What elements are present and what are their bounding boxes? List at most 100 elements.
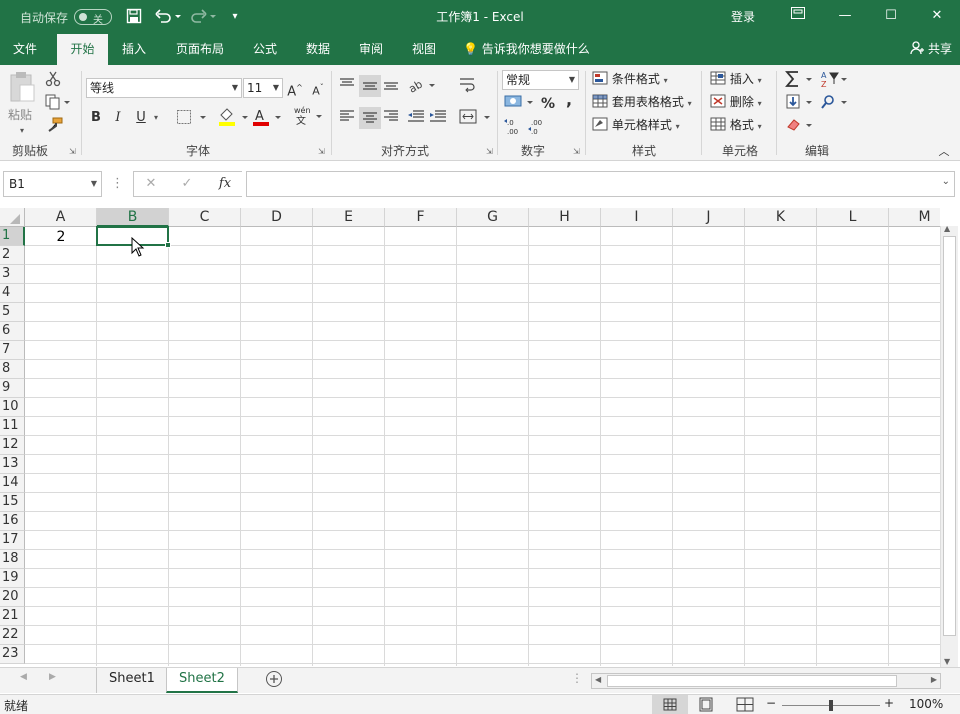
scroll-right-icon[interactable]: ▶ — [931, 675, 937, 684]
cell-a1[interactable]: 2 — [25, 229, 97, 245]
percent-button[interactable]: % — [540, 95, 556, 113]
underline-dropdown-icon[interactable]: ▾ — [151, 109, 161, 127]
row-header-18[interactable]: 18 — [0, 550, 25, 569]
accounting-format-icon[interactable] — [503, 94, 535, 112]
italic-button[interactable]: I — [110, 109, 126, 127]
cancel-icon[interactable]: ✕ — [142, 175, 160, 193]
sheet-tab-sheet2[interactable]: Sheet2 — [166, 668, 238, 693]
decrease-decimal-icon[interactable]: .00.0 — [527, 117, 549, 136]
increase-decimal-icon[interactable]: .0.00 — [503, 117, 525, 136]
fill-color-icon[interactable] — [217, 107, 249, 126]
column-header-a[interactable]: A — [25, 208, 97, 227]
name-box[interactable]: B1 ▼ — [3, 171, 102, 197]
tab-home[interactable]: 开始 — [57, 34, 108, 65]
select-all-corner[interactable] — [0, 208, 25, 227]
row-header-17[interactable]: 17 — [0, 531, 25, 550]
merge-center-icon[interactable] — [459, 109, 491, 127]
vertical-scrollbar[interactable]: ▲ ▼ — [940, 224, 958, 667]
autosum-icon[interactable] — [785, 70, 815, 88]
row-header-3[interactable]: 3 — [0, 265, 25, 284]
increase-indent-icon[interactable] — [429, 109, 447, 127]
row-header-7[interactable]: 7 — [0, 341, 25, 360]
column-header-c[interactable]: C — [169, 208, 241, 227]
add-sheet-icon[interactable] — [265, 670, 283, 691]
align-top-icon[interactable] — [339, 77, 355, 95]
login-link[interactable]: 登录 — [731, 8, 755, 25]
row-header-22[interactable]: 22 — [0, 626, 25, 645]
column-header-j[interactable]: J — [673, 208, 745, 227]
row-header-6[interactable]: 6 — [0, 322, 25, 341]
format-painter-icon[interactable] — [44, 117, 64, 135]
underline-button[interactable]: U — [133, 109, 149, 127]
formula-input[interactable]: ⌄ — [246, 171, 955, 197]
wrap-text-icon[interactable] — [459, 77, 477, 95]
scroll-down-icon[interactable]: ▼ — [944, 657, 950, 666]
column-header-m[interactable]: M — [889, 208, 940, 227]
zoom-slider-thumb[interactable] — [829, 700, 833, 711]
row-header-8[interactable]: 8 — [0, 360, 25, 379]
paste-dropdown-icon[interactable]: ▾ — [20, 122, 24, 142]
worksheet-grid[interactable]: ABCDEFGHIJKLM 1 2 3 4 5 6 7 8 9 10 11 12 13 14 15 16 17 1… — [0, 208, 940, 666]
tab-data[interactable]: 数据 — [297, 34, 339, 65]
borders-icon[interactable] — [175, 109, 207, 127]
alignment-launcher-icon[interactable]: ⇲ — [486, 147, 493, 156]
format-cells-button[interactable]: 格式 ▾ — [710, 116, 762, 136]
number-launcher-icon[interactable]: ⇲ — [573, 147, 580, 156]
tab-page-layout[interactable]: 页面布局 — [168, 34, 232, 65]
cut-icon[interactable] — [44, 71, 62, 89]
normal-view-icon[interactable] — [652, 695, 688, 714]
font-launcher-icon[interactable]: ⇲ — [318, 147, 325, 156]
share-button[interactable]: 共享 — [910, 34, 952, 65]
prev-sheet-icon[interactable]: ◀ — [20, 672, 27, 682]
tab-review[interactable]: 审阅 — [350, 34, 392, 65]
decrease-indent-icon[interactable] — [407, 109, 425, 127]
font-name-select[interactable]: 等线 ▼ — [86, 78, 242, 98]
horizontal-scrollbar[interactable]: ◀ ▶ — [591, 673, 941, 689]
paste-icon[interactable] — [8, 71, 36, 107]
column-header-b[interactable]: B — [97, 208, 169, 227]
close-icon[interactable]: ✕ — [914, 0, 960, 34]
column-header-e[interactable]: E — [313, 208, 385, 227]
row-header-2[interactable]: 2 — [0, 246, 25, 265]
column-header-k[interactable]: K — [745, 208, 817, 227]
expand-formula-icon[interactable]: ⌄ — [942, 176, 950, 187]
scroll-left-icon[interactable]: ◀ — [595, 675, 601, 684]
sheet-tab-sheet1[interactable]: Sheet1 — [96, 668, 167, 693]
delete-cells-button[interactable]: 删除 ▾ — [710, 93, 762, 113]
horizontal-scroll-thumb[interactable] — [607, 675, 897, 687]
insert-function-button[interactable]: fx — [214, 175, 236, 193]
zoom-slider[interactable] — [782, 700, 880, 711]
insert-cells-button[interactable]: 插入 ▾ — [710, 70, 762, 90]
orientation-icon[interactable]: ab — [406, 77, 436, 96]
zoom-out-icon[interactable]: − — [766, 696, 776, 710]
phonetic-icon[interactable]: wén 文 — [291, 105, 323, 127]
column-header-h[interactable]: H — [529, 208, 601, 227]
ribbon-display-icon[interactable] — [775, 0, 821, 34]
row-header-11[interactable]: 11 — [0, 417, 25, 436]
find-select-icon[interactable] — [820, 94, 848, 112]
sort-filter-icon[interactable]: AZ — [820, 70, 848, 89]
align-bottom-icon[interactable] — [383, 77, 399, 95]
font-color-icon[interactable]: A — [252, 107, 282, 126]
font-size-select[interactable]: 11 ▼ — [243, 78, 283, 98]
align-center-icon[interactable] — [359, 107, 381, 129]
column-header-l[interactable]: L — [817, 208, 889, 227]
column-header-f[interactable]: F — [385, 208, 457, 227]
row-header-1[interactable]: 1 — [0, 227, 25, 246]
shrink-font-icon[interactable]: Aˇ — [310, 79, 326, 98]
maximize-icon[interactable]: ☐ — [868, 0, 914, 34]
clipboard-launcher-icon[interactable]: ⇲ — [69, 147, 76, 156]
bold-button[interactable]: B — [88, 109, 104, 127]
vertical-scroll-thumb[interactable] — [943, 236, 956, 636]
row-header-15[interactable]: 15 — [0, 493, 25, 512]
column-header-d[interactable]: D — [241, 208, 313, 227]
tell-me-box[interactable]: 💡 告诉我你想要做什么 — [463, 34, 590, 65]
row-header-14[interactable]: 14 — [0, 474, 25, 493]
page-break-view-icon[interactable] — [736, 697, 754, 714]
split-handle-icon[interactable]: ⋮ — [571, 671, 583, 685]
row-header-19[interactable]: 19 — [0, 569, 25, 588]
row-header-12[interactable]: 12 — [0, 436, 25, 455]
minimize-icon[interactable]: — — [822, 0, 868, 34]
row-header-9[interactable]: 9 — [0, 379, 25, 398]
tab-formulas[interactable]: 公式 — [244, 34, 286, 65]
